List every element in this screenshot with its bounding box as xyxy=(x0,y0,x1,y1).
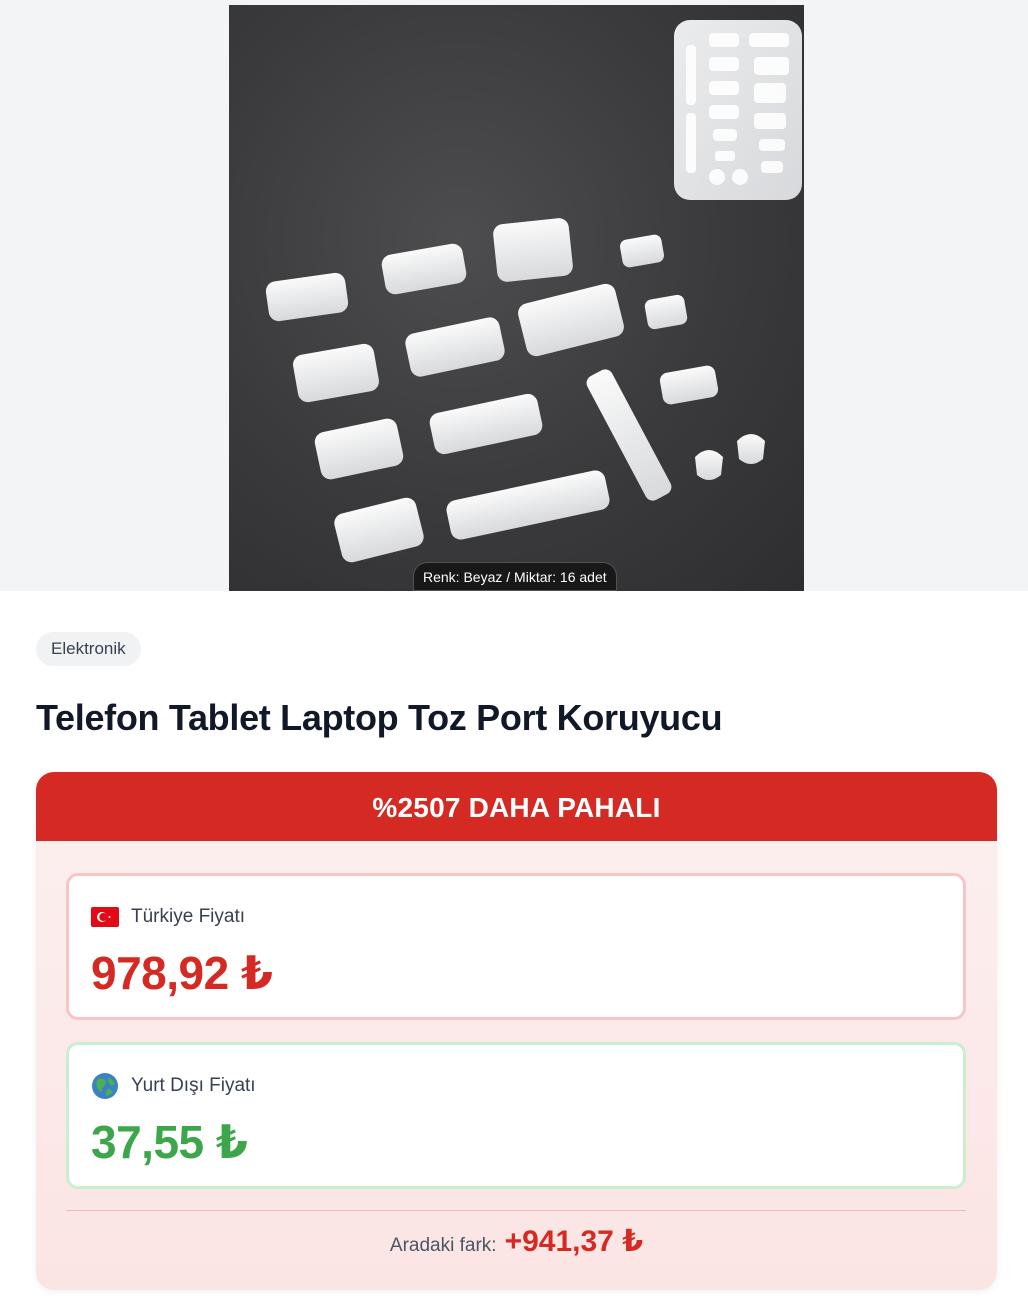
turkey-flag-icon xyxy=(91,907,119,927)
product-image-area: Renk: Beyaz / Miktar: 16 adet xyxy=(0,0,1028,591)
category-chip[interactable]: Elektronik xyxy=(36,632,141,666)
variant-label: Renk: Beyaz / Miktar: 16 adet xyxy=(413,562,617,591)
price-difference-row: Aradaki fark: +941,37 ₺ xyxy=(36,1224,997,1264)
turkey-price-label: Türkiye Fiyatı xyxy=(131,906,246,927)
abroad-price-value: 37,55 ₺ xyxy=(91,1116,248,1168)
turkey-price-box: Türkiye Fiyatı 978,92 ₺ xyxy=(66,873,966,1020)
difference-value: +941,37 ₺ xyxy=(504,1225,644,1258)
price-difference-banner: %2507 DAHA PAHALI xyxy=(36,772,997,841)
abroad-price-box: Yurt Dışı Fiyatı 37,55 ₺ xyxy=(66,1042,966,1189)
price-comparison-card: %2507 DAHA PAHALI Türkiye Fiyatı 978,92 … xyxy=(36,772,997,1290)
turkey-price-value: 978,92 ₺ xyxy=(91,947,273,999)
product-title: Telefon Tablet Laptop Toz Port Koruyucu xyxy=(36,697,723,738)
abroad-price-label: Yurt Dışı Fiyatı xyxy=(131,1075,256,1096)
divider xyxy=(66,1210,966,1211)
globe-icon xyxy=(92,1073,118,1099)
product-photo[interactable] xyxy=(229,5,804,591)
difference-label: Aradaki fark: xyxy=(389,1235,497,1256)
port-plugs-image xyxy=(265,20,802,563)
